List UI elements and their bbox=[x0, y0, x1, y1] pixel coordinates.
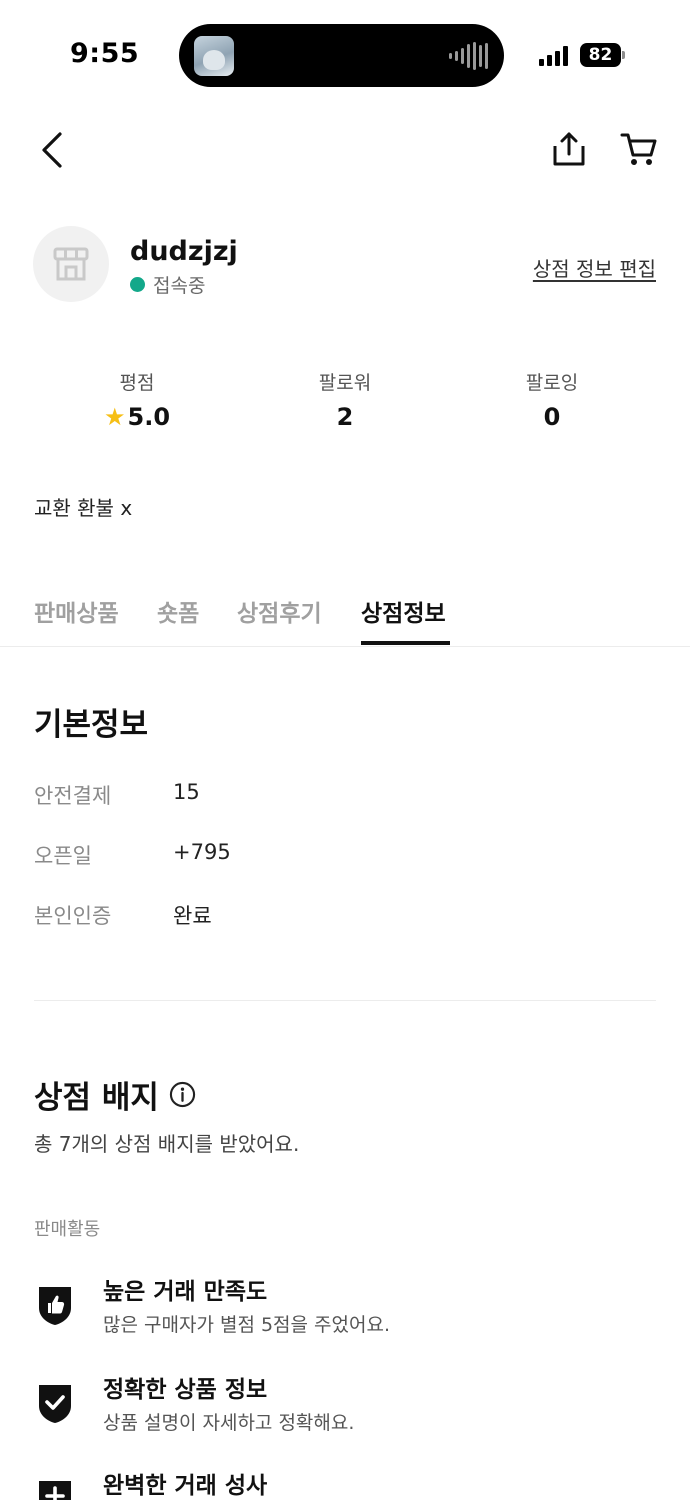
info-row-open-date: 오픈일 +795 bbox=[34, 840, 231, 870]
stat-followers[interactable]: 팔로워 2 bbox=[265, 368, 425, 431]
badge-item[interactable]: 높은 거래 만족도 많은 구매자가 별점 5점을 주었어요. bbox=[36, 1272, 656, 1342]
status-time: 9:55 bbox=[70, 38, 140, 69]
dynamic-island[interactable] bbox=[179, 24, 504, 87]
shop-avatar[interactable] bbox=[33, 226, 109, 302]
badge-description: 많은 구매자가 별점 5점을 주었어요. bbox=[103, 1314, 391, 1336]
stat-value: 0 bbox=[543, 403, 561, 431]
badge-name: 완벽한 거래 성사 bbox=[103, 1473, 268, 1499]
stat-rating[interactable]: 평점 ★ 5.0 bbox=[57, 368, 217, 431]
shop-intro: 교환 환불 x bbox=[34, 496, 133, 520]
badge-description: 상품 설명이 자세하고 정확해요. bbox=[103, 1412, 355, 1434]
online-status: 접속중 bbox=[130, 271, 205, 298]
badge-item[interactable]: 완벽한 거래 성사 bbox=[36, 1466, 656, 1500]
battery-icon: 82 bbox=[580, 43, 621, 67]
info-icon[interactable] bbox=[169, 1081, 196, 1108]
badge-category-label: 판매활동 bbox=[34, 1219, 101, 1240]
now-playing-artwork bbox=[194, 36, 234, 76]
checkmark-icon bbox=[39, 1385, 71, 1423]
online-dot-icon bbox=[130, 277, 145, 292]
cellular-signal-icon bbox=[539, 44, 568, 66]
cart-icon[interactable] bbox=[620, 130, 658, 168]
info-key: 본인인증 bbox=[34, 904, 112, 928]
basic-info-title: 기본정보 bbox=[34, 707, 149, 743]
stat-following[interactable]: 팔로잉 0 bbox=[472, 368, 632, 431]
info-row-safe-payment: 안전결제 15 bbox=[34, 780, 200, 810]
stat-label: 팔로잉 bbox=[525, 372, 579, 394]
info-key: 오픈일 bbox=[34, 844, 92, 868]
share-icon[interactable] bbox=[551, 130, 587, 168]
tab-shortform[interactable]: 숏폼 bbox=[157, 594, 199, 628]
section-divider bbox=[34, 1000, 656, 1001]
top-nav bbox=[0, 120, 690, 184]
thumb-up-icon bbox=[39, 1287, 71, 1325]
badge-item[interactable]: 정확한 상품 정보 상품 설명이 자세하고 정확해요. bbox=[36, 1370, 656, 1440]
star-icon: ★ bbox=[103, 403, 126, 431]
stat-label: 평점 bbox=[119, 372, 155, 394]
info-value: 완료 bbox=[173, 904, 212, 928]
active-tab-indicator bbox=[361, 641, 450, 645]
store-icon bbox=[53, 247, 89, 281]
badge-name: 정확한 상품 정보 bbox=[103, 1377, 268, 1403]
stat-value: 2 bbox=[336, 403, 354, 431]
badge-name: 높은 거래 만족도 bbox=[103, 1279, 268, 1305]
badge-section-title: 상점 배지 bbox=[34, 1080, 159, 1116]
status-bar: 9:55 82 bbox=[0, 0, 690, 110]
stat-value-wrap: ★ 5.0 bbox=[57, 403, 217, 431]
back-arrow-icon[interactable] bbox=[38, 130, 68, 170]
shop-tabs: 판매상품 숏폼 상점후기 상점정보 bbox=[0, 572, 690, 647]
badge-count-text: 총 7개의 상점 배지를 받았어요. bbox=[34, 1132, 300, 1156]
battery-tip bbox=[622, 51, 625, 59]
badge-header: 상점 배지 bbox=[34, 1072, 196, 1117]
info-value: 15 bbox=[173, 780, 200, 804]
online-status-text: 접속중 bbox=[153, 275, 206, 297]
shop-name: dudzjzj bbox=[130, 236, 238, 267]
tab-products[interactable]: 판매상품 bbox=[34, 594, 119, 628]
stat-value: 5.0 bbox=[127, 403, 171, 431]
info-value: +795 bbox=[173, 840, 231, 864]
info-row-identity: 본인인증 완료 bbox=[34, 900, 212, 930]
info-key: 안전결제 bbox=[34, 784, 112, 808]
tab-reviews[interactable]: 상점후기 bbox=[237, 594, 322, 628]
tab-shop-info[interactable]: 상점정보 bbox=[361, 594, 446, 628]
plus-icon bbox=[39, 1481, 71, 1500]
edit-shop-info-link[interactable]: 상점 정보 편집 bbox=[533, 253, 656, 282]
audio-wave-icon bbox=[449, 42, 488, 70]
stat-label: 팔로워 bbox=[318, 372, 372, 394]
